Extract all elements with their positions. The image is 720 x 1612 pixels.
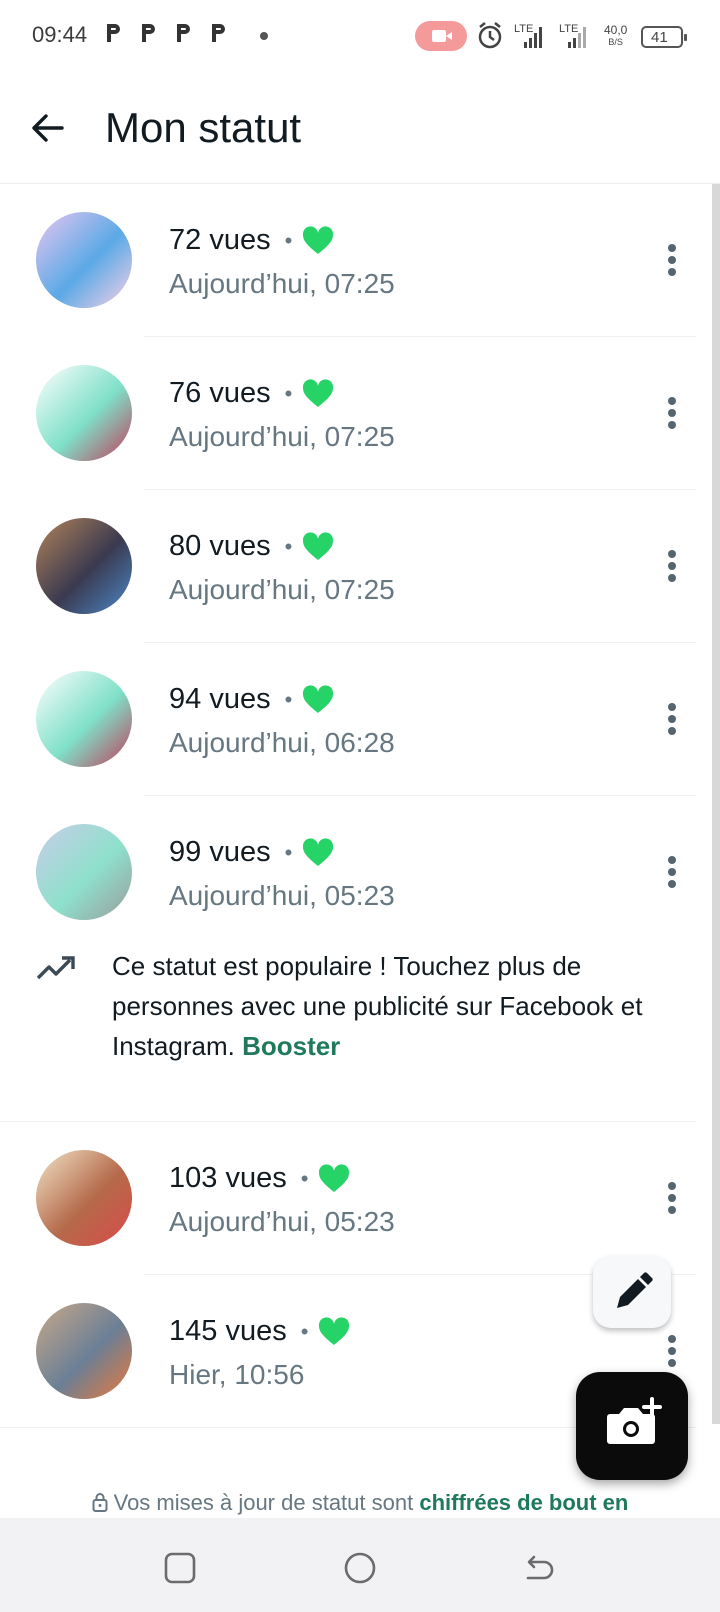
recent-apps-icon[interactable] — [160, 1548, 200, 1588]
view-count-label: 103 vues — [169, 1162, 287, 1194]
status-time: Aujourd’hui, 06:28 — [169, 727, 395, 758]
separator-dot: • — [300, 1318, 309, 1344]
separator-dot: • — [300, 1165, 309, 1191]
status-thumbnail[interactable] — [36, 365, 132, 461]
status-row[interactable]: 94 vues • Aujourd’hui, 06:28 — [0, 643, 712, 796]
pencil-icon — [617, 1272, 653, 1308]
trending-up-icon — [36, 956, 75, 980]
network-speed-value: 40,0 — [604, 23, 628, 37]
view-count: 145 vues • — [169, 1315, 350, 1348]
status-time: Aujourd’hui, 05:23 — [169, 1206, 395, 1237]
camera-status-button[interactable] — [576, 1372, 688, 1480]
network-speed: 40,0 B/S — [604, 24, 627, 48]
heart-icon — [319, 1316, 350, 1345]
status-thumbnail[interactable] — [36, 518, 132, 614]
divider — [0, 1121, 696, 1122]
signal-icon — [524, 27, 542, 48]
more-options-icon[interactable] — [652, 1176, 692, 1220]
signal-icon — [568, 27, 586, 48]
status-thumbnail[interactable] — [36, 212, 132, 308]
more-options-icon[interactable] — [652, 544, 692, 588]
text-status-button[interactable] — [593, 1256, 671, 1328]
arrow-left-icon[interactable] — [26, 106, 70, 150]
screen-record-icon — [415, 21, 467, 51]
heart-icon — [303, 684, 334, 713]
battery-icon: 41 — [641, 26, 687, 48]
promo-message: Ce statut est populaire ! Touchez plus d… — [112, 951, 643, 1061]
heart-icon — [303, 225, 334, 254]
status-thumbnail[interactable] — [36, 824, 132, 920]
view-count-label: 76 vues — [169, 377, 271, 409]
heart-icon — [303, 531, 334, 560]
heart-icon — [303, 378, 334, 407]
app-header: Mon statut — [0, 72, 720, 184]
status-time: Aujourd’hui, 07:25 — [169, 421, 395, 452]
separator-dot: • — [284, 380, 293, 406]
heart-icon — [319, 1163, 350, 1192]
encryption-text: Vos mises à jour de statut sont — [113, 1490, 420, 1515]
popular-status-promo: Ce statut est populaire ! Touchez plus d… — [0, 922, 712, 1122]
status-thumbnail[interactable] — [36, 671, 132, 767]
status-time: Hier, 10:56 — [169, 1359, 305, 1390]
view-count: 94 vues • — [169, 683, 334, 716]
home-icon[interactable] — [340, 1548, 380, 1588]
more-options-icon[interactable] — [652, 1329, 692, 1373]
notification-p-icon — [212, 24, 225, 42]
status-thumbnail[interactable] — [36, 1150, 132, 1246]
view-count: 72 vues • — [169, 224, 334, 257]
view-count-label: 145 vues — [169, 1315, 287, 1347]
lock-icon — [92, 1493, 108, 1512]
view-count-label: 80 vues — [169, 530, 271, 562]
network-speed-unit: B/S — [608, 37, 623, 47]
status-row[interactable]: 103 vues • Aujourd’hui, 05:23 — [0, 1122, 712, 1275]
status-row[interactable]: 80 vues • Aujourd’hui, 07:25 — [0, 490, 712, 643]
notification-p-icon — [142, 24, 155, 42]
page-title: Mon statut — [105, 104, 302, 151]
status-row[interactable]: 72 vues • Aujourd’hui, 07:25 — [0, 184, 712, 337]
back-icon[interactable] — [520, 1548, 560, 1588]
view-count-label: 94 vues — [169, 683, 271, 715]
view-count: 99 vues • — [169, 836, 334, 869]
system-nav-bar — [0, 1518, 720, 1612]
status-time: Aujourd’hui, 07:25 — [169, 574, 395, 605]
clock: 09:44 — [32, 22, 88, 47]
more-options-icon[interactable] — [652, 697, 692, 741]
more-options-icon[interactable] — [652, 391, 692, 435]
separator-dot: • — [284, 839, 293, 865]
separator-dot: • — [284, 533, 293, 559]
status-thumbnail[interactable] — [36, 1303, 132, 1399]
view-count: 80 vues • — [169, 530, 334, 563]
view-count: 76 vues • — [169, 377, 334, 410]
more-options-icon[interactable] — [652, 238, 692, 282]
view-count-label: 72 vues — [169, 224, 271, 256]
scrollbar[interactable] — [712, 184, 720, 1424]
encryption-link[interactable]: chiffrées de bout en — [419, 1490, 628, 1515]
system-status-bar: 09:44 LTE LTE 40,0 B/S 41 — [0, 0, 720, 72]
separator-dot: • — [284, 227, 293, 253]
heart-icon — [303, 837, 334, 866]
status-time: Aujourd’hui, 07:25 — [169, 268, 395, 299]
camera-add-icon — [607, 1397, 662, 1444]
alarm-icon — [478, 22, 502, 49]
separator-dot: • — [284, 686, 293, 712]
notification-p-icon — [107, 24, 120, 42]
view-count: 103 vues • — [169, 1162, 350, 1195]
booster-link[interactable]: Booster — [242, 1031, 340, 1061]
promo-text: Ce statut est populaire ! Touchez plus d… — [112, 946, 682, 1066]
status-time: Aujourd’hui, 05:23 — [169, 880, 395, 911]
view-count-label: 99 vues — [169, 836, 271, 868]
notification-p-icon — [177, 24, 190, 42]
more-notifications-dot — [260, 32, 268, 40]
battery-level: 41 — [651, 29, 668, 46]
more-options-icon[interactable] — [652, 850, 692, 894]
status-row[interactable]: 76 vues • Aujourd’hui, 07:25 — [0, 337, 712, 490]
